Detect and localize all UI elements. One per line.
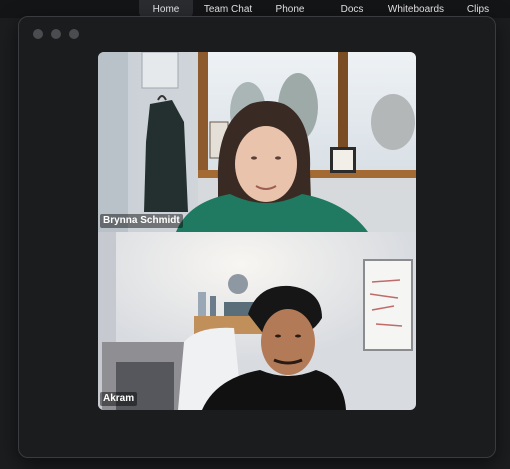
- video-tile-akram[interactable]: Akram: [98, 232, 416, 410]
- participant-video-brynna: [98, 52, 416, 232]
- window-zoom-button[interactable]: [69, 29, 79, 39]
- participant-video-akram: [98, 232, 416, 410]
- participant-name-label: Brynna Schmidt: [100, 214, 183, 228]
- window-minimize-button[interactable]: [51, 29, 61, 39]
- participant-name-label: Akram: [100, 392, 138, 406]
- window-close-button[interactable]: [33, 29, 43, 39]
- video-tile-brynna[interactable]: Brynna Schmidt: [98, 52, 416, 232]
